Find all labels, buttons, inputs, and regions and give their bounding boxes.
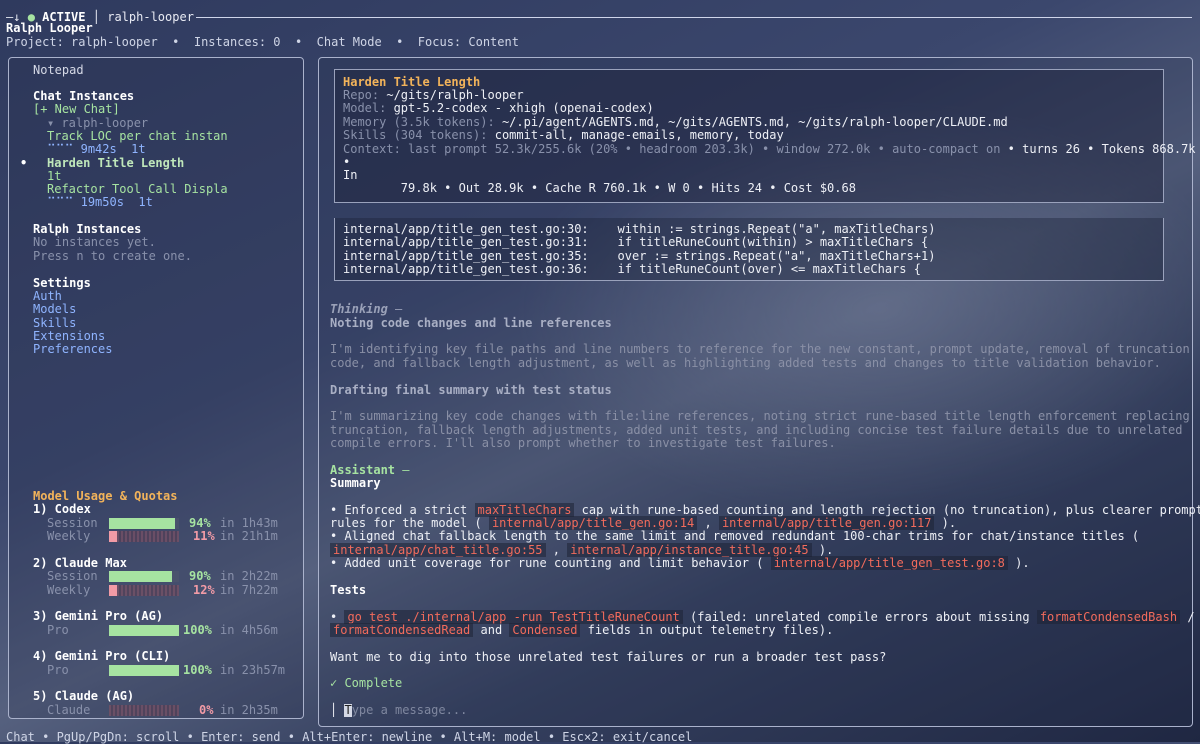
model-line: Model: gpt-5.2-codex - xhigh (openai-cod… — [343, 101, 654, 115]
quota-bar-fill — [109, 665, 179, 676]
summary-bullet: • Added unit coverage for rune counting … — [330, 556, 1030, 570]
quota-bar — [109, 665, 179, 676]
quota-percent: 0% — [199, 703, 214, 717]
quota-bar — [109, 571, 179, 582]
quota-bar-fill — [109, 571, 172, 582]
quota-name: Pro — [47, 663, 69, 677]
provider-claude-ag: 5) Claude (AG) — [33, 689, 135, 703]
quota-percent: 12% — [193, 583, 215, 597]
summary-bullet: • Aligned chat fallback length to the sa… — [330, 529, 1140, 543]
settings-item-preferences[interactable]: Preferences — [33, 342, 112, 356]
provider-gemini-cli: 4) Gemini Pro (CLI) — [33, 649, 171, 663]
inline-code: maxTitleChars — [474, 503, 575, 517]
chat-item-meta: ⠉⠉⠉ 19m50s 1t — [47, 195, 153, 209]
ralph-empty-text: No instances yet. — [33, 235, 156, 249]
ralph-empty-hint: Press n to create one. — [33, 249, 192, 263]
quota-name: Weekly — [47, 583, 91, 597]
token-stats: 79.8k • Out 28.9k • Cache R 760.1k • W 0… — [343, 181, 856, 195]
quota-bar-remaining — [175, 518, 179, 529]
code-line: internal/app/title_gen_test.go:31: if ti… — [343, 235, 929, 249]
file-ref-link: internal/app/title_gen.go:117 — [718, 516, 935, 530]
thinking-text: I'm identifying key file paths and line … — [330, 342, 1190, 356]
file-ref-link: internal/app/chat_title.go:55 — [330, 543, 546, 557]
file-ref-link: internal/app/instance_title.go:45 — [567, 543, 812, 557]
session-name: ralph-looper — [107, 10, 194, 24]
quota-bar — [109, 518, 179, 529]
quota-bar — [109, 625, 179, 636]
quota-percent: 100% — [183, 623, 212, 637]
quota-percent: 100% — [183, 663, 212, 677]
file-ref-link: internal/app/title_gen.go:14 — [488, 516, 698, 530]
quota-percent: 11% — [193, 529, 215, 543]
quota-bar-fill — [109, 518, 175, 529]
file-ref-link: internal/app/title_gen_test.go:8 — [770, 556, 1008, 570]
quota-bar-remaining — [172, 571, 179, 582]
inline-code: formatCondensedBash — [1036, 610, 1181, 624]
keybinding-hints: Chat • PgUp/PgDn: scroll • Enter: send •… — [6, 730, 693, 744]
quota-reset: in 2h35m — [220, 703, 278, 717]
quota-reset: in 7h22m — [220, 583, 278, 597]
inline-code: Condensed — [509, 623, 581, 637]
top-divider — [196, 17, 1192, 18]
tests-heading: Tests — [330, 583, 367, 597]
thinking-text: code, and fallback length adjustment, as… — [330, 356, 1161, 370]
thinking-heading: Noting code changes and line references — [330, 316, 612, 330]
chat-item-harden-title[interactable]: Harden Title Length — [47, 156, 184, 170]
inline-code: formatCondensedRead — [330, 623, 474, 637]
sidebar-item-notepad[interactable]: Notepad — [33, 63, 84, 77]
quota-bar-remaining — [109, 705, 179, 716]
quota-name: Weekly — [47, 529, 91, 543]
new-chat-button[interactable]: [+ New Chat] — [33, 102, 120, 116]
thinking-text: I'm summarizing key code changes with fi… — [330, 409, 1190, 423]
quota-bar — [109, 585, 179, 596]
quota-bar — [109, 531, 179, 542]
separator: │ — [92, 10, 100, 24]
thinking-label: Thinking — — [330, 302, 403, 316]
thinking-text: compile errors. I'll also prompt whether… — [330, 436, 836, 450]
input-bar: │ — [330, 703, 338, 717]
provider-codex: 1) Codex — [33, 502, 91, 516]
quota-reset: in 23h57m — [220, 663, 286, 677]
skills-line: Skills (304 tokens): commit-all, manage-… — [343, 128, 784, 142]
tests-bullet-cont: formatCondensedRead and Condensed fields… — [330, 623, 833, 637]
quota-reset: in 21h1m — [220, 529, 278, 543]
quota-name: Session — [47, 569, 98, 583]
quota-bar-remaining — [117, 531, 179, 542]
quota-percent: 90% — [189, 569, 211, 583]
quota-bar-remaining — [117, 585, 179, 596]
message-input[interactable]: │ Type a message... — [330, 703, 468, 718]
quota-bar — [109, 705, 179, 716]
project-status-line: Project: ralph-looper • Instances: 0 • C… — [6, 35, 519, 49]
summary-heading: Summary — [330, 476, 381, 490]
quota-bar-fill — [109, 625, 179, 636]
app-title: Ralph Looper — [6, 21, 93, 35]
provider-gemini-ag: 3) Gemini Pro (AG) — [33, 609, 164, 623]
selected-bullet: • — [20, 156, 28, 170]
thinking-heading: Drafting final summary with test status — [330, 383, 612, 397]
inline-code: go test ./internal/app -run TestTitleRun… — [344, 610, 683, 624]
quota-bar-fill — [109, 531, 117, 542]
input-placeholder: ype a message... — [351, 703, 468, 717]
complete-indicator: ✓ Complete — [330, 676, 403, 690]
code-line: internal/app/title_gen_test.go:36: if ti… — [343, 262, 921, 276]
assistant-question: Want me to dig into those unrelated test… — [330, 650, 887, 664]
text-cursor: T — [344, 703, 352, 718]
context-line: Context: last prompt 52.3k/255.6k (20% •… — [343, 142, 1196, 156]
quota-name: Pro — [47, 623, 69, 637]
quota-name: Claude — [47, 703, 91, 717]
quota-reset: in 2h22m — [220, 569, 278, 583]
chat-item-meta: ⠉⠉⠉ 9m42s 1t — [47, 142, 146, 156]
quota-bar-fill — [109, 585, 117, 596]
quota-reset: in 4h56m — [220, 623, 278, 637]
settings-item-models[interactable]: Models — [33, 302, 76, 316]
